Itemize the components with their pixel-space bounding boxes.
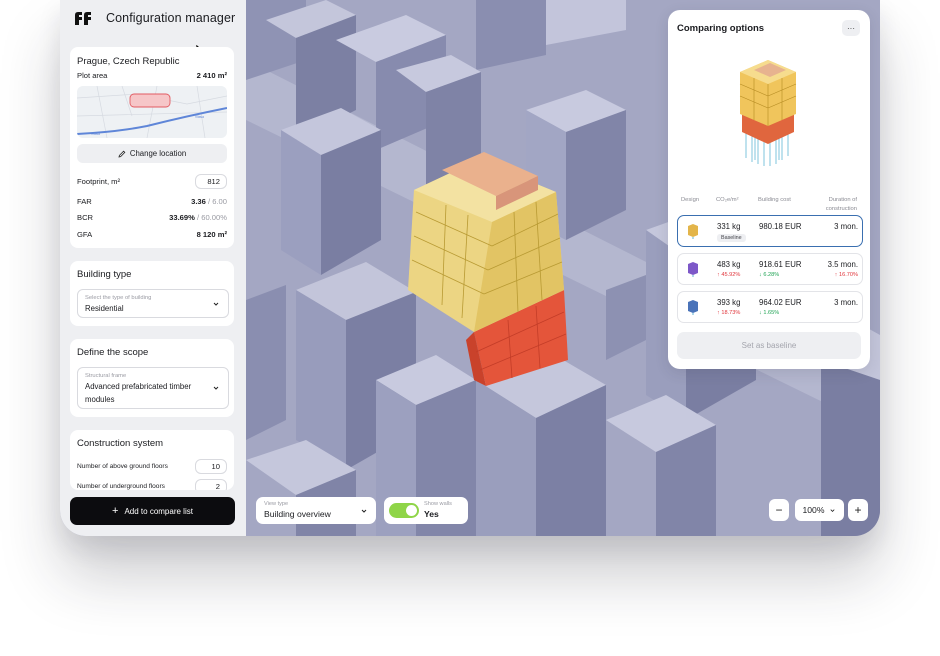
location-card: Prague, Czech Republic Plot area 2 410 m… (70, 47, 234, 248)
show-walls-label: Show walls (424, 501, 452, 507)
underground-floors-label: Number of underground floors (77, 483, 165, 490)
option-co2: 483 kg (717, 260, 741, 269)
location-city: Prague, Czech Republic (77, 56, 180, 67)
plot-area-row: Plot area 2 410 m² (77, 71, 227, 80)
option-cost-delta: ↓ 1.65% (759, 310, 780, 316)
plot-area-label: Plot area (77, 71, 108, 80)
chevron-down-icon (361, 509, 367, 513)
far-label: FAR (77, 197, 92, 206)
structural-frame-select[interactable]: Structural frame Advanced prefabricated … (77, 367, 229, 409)
sidebar: Configuration manager Prague, Czech Repu… (60, 0, 246, 536)
building-type-title: Building type (77, 269, 132, 280)
add-to-compare-label: Add to compare list (124, 506, 193, 516)
add-to-compare-button[interactable]: + Add to compare list (70, 497, 235, 525)
baseline-badge: Baseline (717, 234, 746, 242)
zoom-level-select[interactable]: 100% (795, 499, 844, 521)
structural-frame-value-line1: Advanced prefabricated timber (85, 382, 192, 391)
building-type-select[interactable]: Select the type of building Residential (77, 289, 229, 318)
view-type-select[interactable]: View type Building overview (256, 497, 376, 524)
option-duration: 3 mon. (834, 222, 858, 231)
far-row: FAR 3.36 / 6.00 (77, 197, 227, 206)
option-cost: 964.02 EUR (759, 298, 802, 307)
zoom-level-value: 100% (802, 505, 825, 515)
option-co2-delta: ↑ 18.73% (717, 310, 741, 316)
design-thumbnail-icon (688, 224, 698, 239)
far-value: 3.36 (191, 197, 206, 206)
plus-icon: + (112, 505, 119, 517)
header-design: Design (681, 197, 700, 203)
app-title: Configuration manager (106, 11, 236, 25)
app-window: Configuration manager Prague, Czech Repu… (60, 0, 880, 536)
bcr-label: BCR (77, 213, 94, 222)
construction-card: Construction system Number of above grou… (70, 430, 234, 490)
plot-area-value: 2 410 m² (196, 71, 227, 80)
map-label-river-2: Vltava (195, 115, 204, 119)
option-duration-delta: ↑ 16.70% (834, 272, 858, 278)
more-options-button[interactable]: ··· (842, 20, 860, 36)
gfa-value: 8 120 m² (196, 230, 227, 239)
gfa-row: GFA 8 120 m² (77, 230, 227, 239)
structural-frame-value-line2: modules (85, 395, 115, 404)
comparing-options-panel: Comparing options ··· Design CO₂e/m² Bui… (668, 10, 870, 369)
option-duration: 3.5 mon. (827, 260, 858, 269)
building-type-card: Building type Select the type of buildin… (70, 261, 234, 326)
chevron-down-icon (213, 302, 219, 306)
design-thumbnail-icon (688, 262, 698, 277)
header-co2: CO₂e/m² (716, 197, 739, 203)
far-max: / 6.00 (208, 197, 227, 206)
set-as-baseline-button[interactable]: Set as baseline (677, 332, 861, 359)
scope-title: Define the scope (77, 347, 149, 358)
header-duration: Duration of construction (825, 197, 857, 212)
underground-floors-input[interactable]: 2 (195, 479, 227, 490)
change-location-button[interactable]: Change location (77, 144, 227, 163)
floors-row: Number of above ground floors 10 (77, 459, 227, 474)
option-cost: 980.18 EUR (759, 222, 802, 231)
toggle-knob (406, 505, 417, 516)
show-walls-value: Yes (424, 509, 439, 519)
zoom-in-button[interactable]: + (848, 499, 868, 521)
footprint-label: Footprint, m² (77, 177, 121, 186)
chevron-down-icon (830, 508, 836, 512)
footprint-row: Footprint, m² 812 (77, 174, 227, 189)
structural-frame-label: Structural frame (85, 373, 127, 379)
header-cost: Building cost (758, 197, 791, 203)
bcr-max: / 60.00% (197, 213, 227, 222)
floors-input[interactable]: 10 (195, 459, 227, 474)
option-cost-delta: ↓ 6.28% (759, 272, 780, 278)
scope-card: Define the scope Structural frame Advanc… (70, 339, 234, 417)
underground-floors-row: Number of underground floors 2 (77, 479, 227, 490)
topbar: Configuration manager (60, 0, 246, 36)
option-co2: 393 kg (717, 298, 741, 307)
option-cost: 918.61 EUR (759, 260, 802, 269)
option-row-3[interactable]: 393 kg 964.02 EUR 3 mon. ↑ 18.73% ↓ 1.65… (677, 291, 863, 323)
footprint-input[interactable]: 812 (195, 174, 227, 189)
location-map[interactable]: Vltava Vltava (77, 86, 227, 138)
floors-label: Number of above ground floors (77, 463, 168, 470)
building-type-select-value: Residential (85, 304, 124, 313)
design-thumbnail-icon (688, 300, 698, 315)
option-co2: 331 kg (717, 222, 741, 231)
zoom-out-button[interactable]: − (769, 499, 789, 521)
bcr-value: 33.69% (169, 213, 195, 222)
bcr-row: BCR 33.69% / 60.00% (77, 213, 227, 222)
building-preview-image (739, 60, 797, 166)
chevron-down-icon (213, 386, 219, 390)
show-walls-control[interactable]: Show walls Yes (384, 497, 468, 524)
building-type-select-label: Select the type of building (85, 295, 152, 301)
map-label-river-1: Vltava (91, 132, 100, 136)
change-location-label: Change location (129, 149, 187, 158)
option-row-baseline[interactable]: 331 kg 980.18 EUR 3 mon. Baseline (677, 215, 863, 247)
gfa-label: GFA (77, 230, 93, 239)
show-walls-toggle[interactable] (389, 503, 419, 518)
option-co2-delta: ↑ 45.92% (717, 272, 741, 278)
pencil-icon (118, 150, 126, 158)
option-row-2[interactable]: 483 kg 918.61 EUR 3.5 mon. ↑ 45.92% ↓ 6.… (677, 253, 863, 285)
view-type-label: View type (264, 501, 289, 507)
ff-logo-icon (75, 12, 91, 25)
construction-title: Construction system (77, 438, 164, 449)
option-duration: 3 mon. (834, 298, 858, 307)
view-type-value: Building overview (264, 509, 331, 519)
comparing-title: Comparing options (677, 23, 765, 34)
